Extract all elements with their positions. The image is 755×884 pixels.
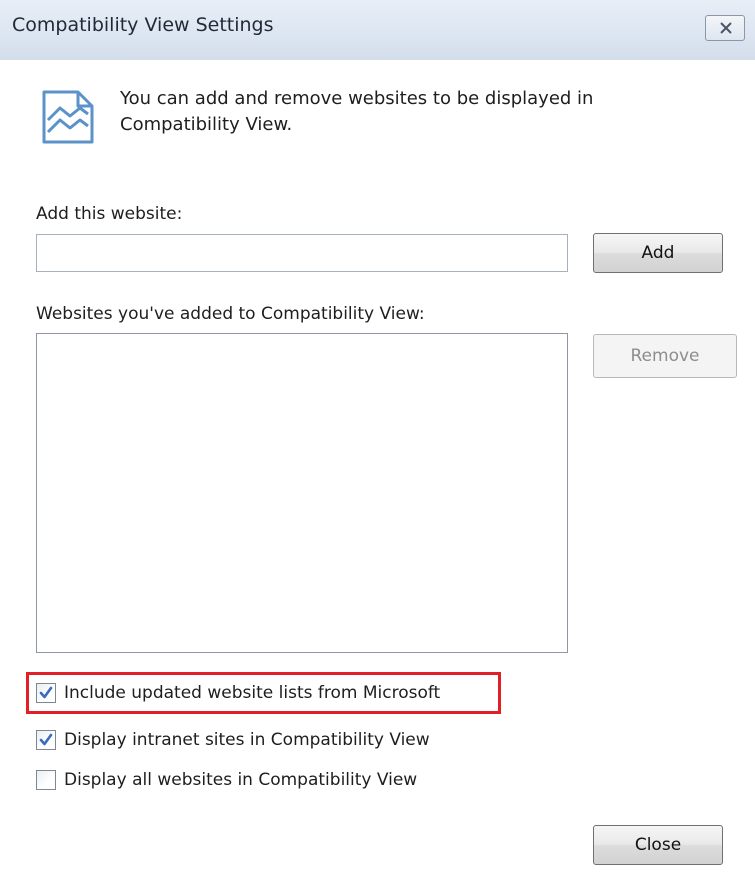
include-updated-lists-checkbox[interactable] xyxy=(36,683,56,703)
include-updated-lists-label: Include updated website lists from Micro… xyxy=(64,683,441,703)
checkmark-icon xyxy=(39,733,53,746)
close-button[interactable]: Close xyxy=(593,825,723,865)
display-all-websites-option[interactable]: Display all websites in Compatibility Vi… xyxy=(36,766,417,794)
added-websites-list[interactable] xyxy=(36,333,568,653)
compatibility-view-settings-dialog: Compatibility View Settings You can add … xyxy=(0,0,755,884)
checkmark-icon xyxy=(39,686,53,699)
title-bar: Compatibility View Settings xyxy=(0,0,755,60)
add-website-label: Add this website: xyxy=(36,204,183,224)
remove-button[interactable]: Remove xyxy=(593,334,737,378)
display-intranet-checkbox[interactable] xyxy=(36,730,56,750)
add-button[interactable]: Add xyxy=(593,233,723,273)
close-x-icon xyxy=(720,22,732,34)
include-updated-lists-option[interactable]: Include updated website lists from Micro… xyxy=(36,679,440,707)
compatibility-view-icon xyxy=(40,86,98,150)
display-all-websites-label: Display all websites in Compatibility Vi… xyxy=(64,770,418,790)
display-intranet-label: Display intranet sites in Compatibility … xyxy=(64,730,430,750)
display-intranet-option[interactable]: Display intranet sites in Compatibility … xyxy=(36,726,430,754)
window-title: Compatibility View Settings xyxy=(12,14,274,36)
display-all-websites-checkbox[interactable] xyxy=(36,770,56,790)
window-close-button[interactable] xyxy=(705,15,745,41)
add-website-input[interactable] xyxy=(36,234,568,272)
intro-text: You can add and remove websites to be di… xyxy=(120,88,594,135)
added-websites-label: Websites you've added to Compatibility V… xyxy=(36,304,425,324)
